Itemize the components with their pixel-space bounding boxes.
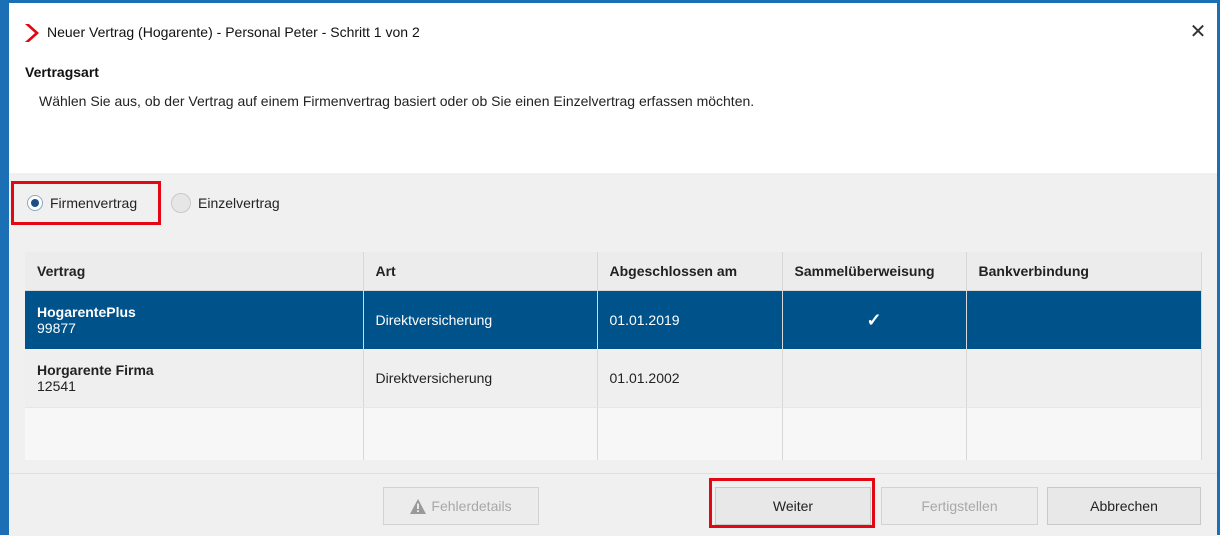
column-header[interactable]: Sammelüberweisung [782,252,967,291]
radio-firmenvertrag-label: Firmenvertrag [50,195,138,211]
column-header[interactable]: Art [363,252,598,291]
fehlerdetails-button[interactable]: Fehlerdetails [383,487,539,525]
cell-vertrag: Horgarente Firma 12541 [25,349,364,408]
cell-sammel [782,349,967,408]
fertigstellen-button[interactable]: Fertigstellen [881,487,1038,525]
contract-name: Horgarente Firma [37,362,154,378]
empty-row [25,407,1202,460]
cell-vertrag: HogarentePlus 99877 [25,290,364,349]
table-row[interactable]: Horgarente Firma 12541 Direktversicherun… [25,349,1202,408]
button-bar: Fehlerdetails Weiter Fertigstellen Abbre… [9,473,1217,536]
title-bar: Neuer Vertrag (Hogarente) - Personal Pet… [9,3,1217,56]
cell-bank [966,349,1202,408]
column-header[interactable]: Vertrag [25,252,364,291]
cell-date: 01.01.2002 [597,349,783,408]
contract-number: 12541 [37,378,76,394]
radio-firmenvertrag[interactable]: Firmenvertrag [27,190,137,216]
cell-art: Direktversicherung [363,349,598,408]
column-header[interactable]: Bankverbindung [966,252,1202,291]
window-title: Neuer Vertrag (Hogarente) - Personal Pet… [47,24,420,40]
section-title: Vertragsart [25,64,99,80]
radio-unchecked-icon [171,193,191,213]
brand-logo-icon [25,24,39,42]
header-section: Vertragsart Wählen Sie aus, ob der Vertr… [9,56,1217,173]
table-row[interactable]: HogarentePlus 99877 Direktversicherung 0… [25,290,1202,349]
radio-einzelvertrag[interactable]: Einzelvertrag [171,190,280,216]
content-area: Firmenvertrag Einzelvertrag Vertrag Art … [9,173,1217,473]
contracts-table: Vertrag Art Abgeschlossen am Sammelüberw… [25,252,1202,460]
radio-checked-icon [27,195,43,211]
warning-icon [410,498,427,514]
abbrechen-button[interactable]: Abbrechen [1047,487,1201,525]
contract-number: 99877 [37,320,76,336]
column-header[interactable]: Abgeschlossen am [597,252,783,291]
cell-bank [966,290,1202,349]
close-icon[interactable]: ✕ [1183,17,1213,47]
section-description: Wählen Sie aus, ob der Vertrag auf einem… [39,93,755,109]
cell-art: Direktversicherung [363,290,598,349]
table-header-row: Vertrag Art Abgeschlossen am Sammelüberw… [25,252,1202,291]
fehlerdetails-label: Fehlerdetails [431,498,512,514]
contract-name: HogarentePlus [37,304,136,320]
checkmark-icon: ✓ [782,290,967,349]
radio-einzelvertrag-label: Einzelvertrag [198,195,280,211]
weiter-button[interactable]: Weiter [715,487,871,525]
cell-date: 01.01.2019 [597,290,783,349]
